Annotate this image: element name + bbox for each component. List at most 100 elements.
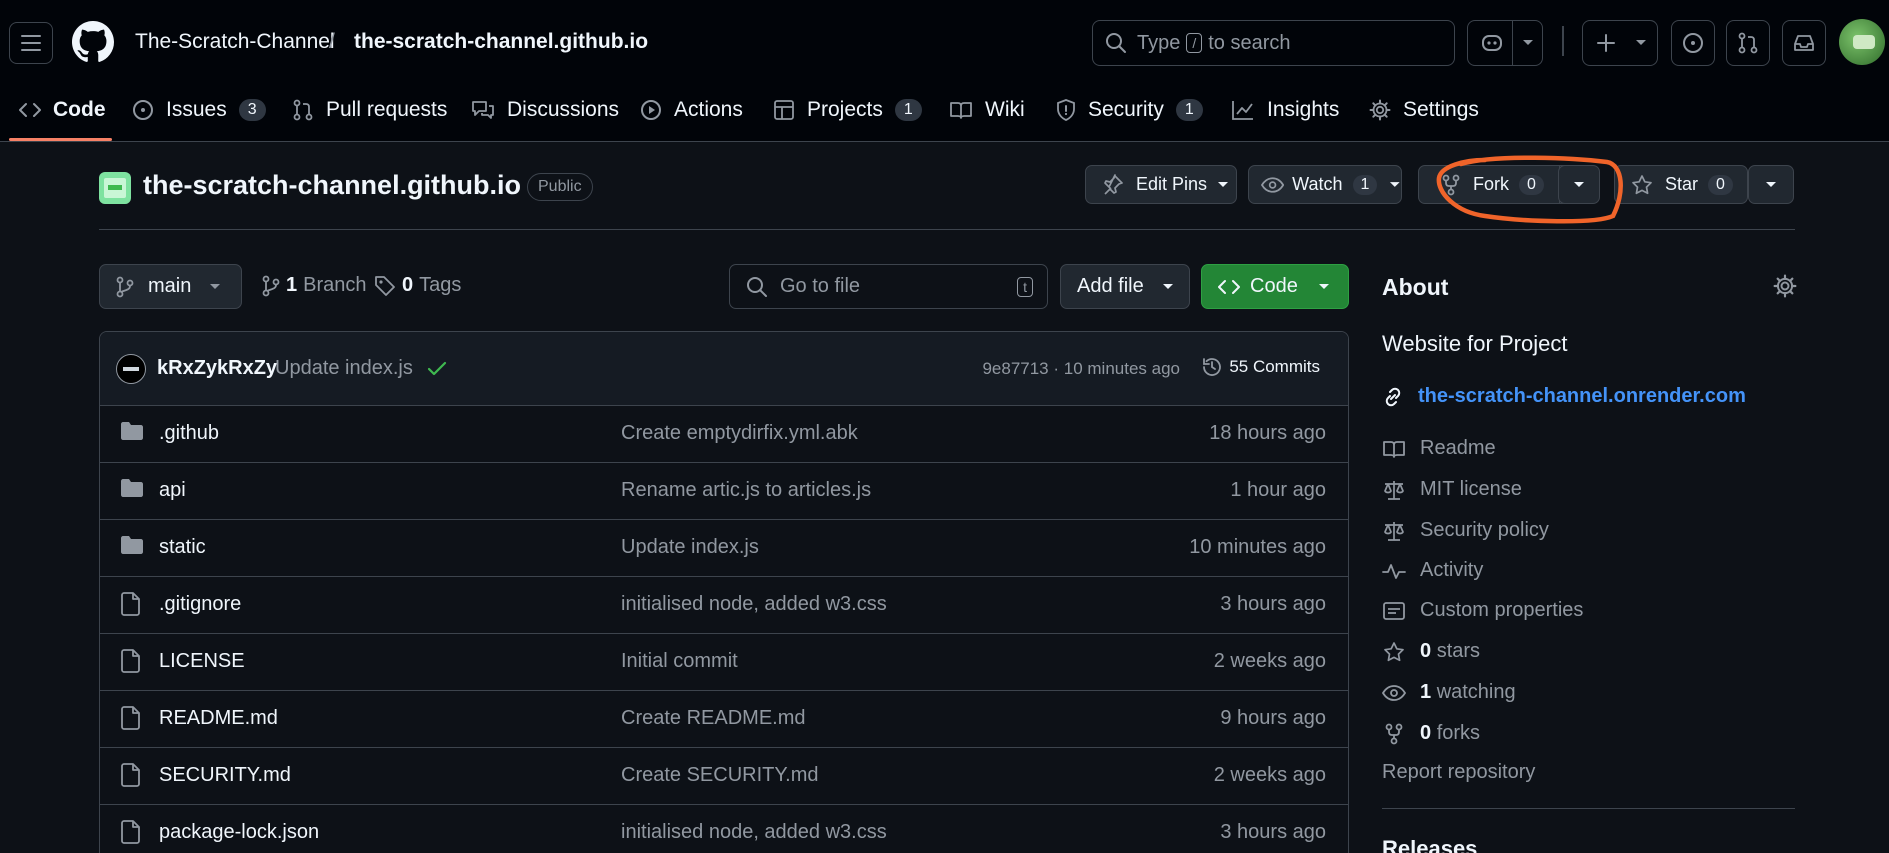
file-commit-message[interactable]: initialised node, added w3.css xyxy=(621,593,887,616)
tab-actions[interactable]: Actions xyxy=(640,94,743,126)
file-row[interactable]: README.md Create README.md 9 hours ago xyxy=(100,691,1348,748)
graph-icon xyxy=(1232,101,1253,120)
tab-discussions[interactable]: Discussions xyxy=(471,94,619,126)
chevron-down-icon xyxy=(1318,283,1329,289)
plus-icon xyxy=(1597,34,1615,52)
security-policy-label: Security policy xyxy=(1420,519,1549,541)
add-file-label: Add file xyxy=(1077,275,1144,297)
activity-link[interactable]: Activity xyxy=(1382,559,1483,582)
file-row[interactable]: api Rename artic.js to articles.js 1 hou… xyxy=(100,463,1348,520)
pull-requests-button[interactable] xyxy=(1726,20,1770,66)
file-name[interactable]: .gitignore xyxy=(159,593,241,616)
forks-label: forks xyxy=(1436,722,1481,744)
tab-settings[interactable]: Settings xyxy=(1369,94,1479,126)
tags-link[interactable]: 0 Tags xyxy=(374,274,461,297)
add-file-button[interactable]: Add file xyxy=(1060,264,1190,309)
repo-avatar-mark-inner xyxy=(108,185,122,190)
file-updated-time: 3 hours ago xyxy=(1220,821,1326,843)
file-commit-message[interactable]: Create README.md xyxy=(621,707,806,730)
forks-link[interactable]: 0 forks xyxy=(1382,722,1480,745)
tab-issues[interactable]: Issues 3 xyxy=(132,94,266,126)
github-icon xyxy=(72,21,114,62)
create-new-button[interactable] xyxy=(1582,20,1658,66)
file-commit-message[interactable]: Create SECURITY.md xyxy=(621,764,818,787)
hamburger-icon xyxy=(21,35,41,51)
homepage-link[interactable]: the-scratch-channel.onrender.com xyxy=(1382,385,1746,408)
visibility-badge: Public xyxy=(527,173,593,201)
chevron-down-icon xyxy=(1218,181,1229,187)
github-logo[interactable] xyxy=(72,21,114,63)
tab-projects[interactable]: Projects 1 xyxy=(773,94,922,126)
file-name[interactable]: SECURITY.md xyxy=(159,764,291,787)
file-row[interactable]: LICENSE Initial commit 2 weeks ago xyxy=(100,634,1348,691)
tab-counter: 1 xyxy=(1175,99,1203,121)
menu-button[interactable] xyxy=(9,22,53,64)
file-name[interactable]: README.md xyxy=(159,707,278,730)
report-repository-link[interactable]: Report repository xyxy=(1382,761,1535,784)
file-commit-message[interactable]: initialised node, added w3.css xyxy=(621,821,887,844)
watchers-link[interactable]: 1 watching xyxy=(1382,681,1516,704)
license-label: MIT license xyxy=(1420,478,1522,500)
file-row[interactable]: package-lock.json initialised node, adde… xyxy=(100,805,1348,853)
commit-meta[interactable]: 9e87713 · 10 minutes ago xyxy=(982,359,1180,379)
star-icon xyxy=(1384,641,1404,661)
gear-icon[interactable] xyxy=(1773,274,1797,298)
file-row[interactable]: .github Create emptydirfix.yml.abk 18 ho… xyxy=(100,406,1348,463)
file-updated-time: 2 weeks ago xyxy=(1213,764,1326,786)
stars-link[interactable]: 0 stars xyxy=(1382,640,1480,663)
file-name[interactable]: static xyxy=(159,536,206,559)
go-to-file-input[interactable]: Go to file t xyxy=(729,264,1048,309)
file-commit-message[interactable]: Update index.js xyxy=(621,536,759,559)
watch-label: Watch xyxy=(1292,174,1343,194)
watching-count: 1 xyxy=(1420,681,1432,703)
file-row[interactable]: static Update index.js 10 minutes ago xyxy=(100,520,1348,577)
copilot-button[interactable] xyxy=(1467,20,1543,66)
edit-pins-button[interactable]: Edit Pins xyxy=(1085,165,1237,204)
file-name[interactable]: LICENSE xyxy=(159,650,245,673)
file-commit-message[interactable]: Create emptydirfix.yml.abk xyxy=(621,422,858,445)
branch-count: 1 xyxy=(286,274,298,296)
breadcrumb-repo[interactable]: the-scratch-channel.github.io xyxy=(354,30,648,54)
forks-count: 0 xyxy=(1420,722,1432,744)
file-row[interactable]: SECURITY.md Create SECURITY.md 2 weeks a… xyxy=(100,748,1348,805)
tab-wiki[interactable]: Wiki xyxy=(949,94,1025,126)
commits-link[interactable]: 55 Commits xyxy=(1201,356,1320,378)
watch-button[interactable]: Watch 1 xyxy=(1248,165,1402,204)
branches-link[interactable]: 1 Branch xyxy=(262,274,367,297)
repo-avatar xyxy=(99,172,131,204)
releases-heading[interactable]: Releases xyxy=(1382,836,1477,853)
global-search[interactable]: Type / to search xyxy=(1092,20,1455,66)
tab-label: Security xyxy=(1088,98,1164,121)
file-commit-message[interactable]: Rename artic.js to articles.js xyxy=(621,479,871,502)
commit-author-avatar[interactable] xyxy=(116,354,146,384)
inbox-button[interactable] xyxy=(1782,20,1826,66)
avatar[interactable] xyxy=(1839,19,1885,65)
tab-pull-requests[interactable]: Pull requests xyxy=(292,94,447,126)
commits-count: 55 Commits xyxy=(1229,357,1320,376)
tab-code[interactable]: Code xyxy=(19,94,106,126)
file-row[interactable]: .gitignore initialised node, added w3.cs… xyxy=(100,577,1348,634)
eye-icon xyxy=(1382,684,1406,701)
readme-link[interactable]: Readme xyxy=(1382,437,1496,460)
tab-insights[interactable]: Insights xyxy=(1231,94,1339,126)
license-link[interactable]: MIT license xyxy=(1382,478,1522,501)
tab-security[interactable]: Security 1 xyxy=(1056,94,1203,126)
code-button[interactable]: Code xyxy=(1201,264,1349,309)
star-label: Star xyxy=(1665,174,1699,194)
commit-author[interactable]: kRxZykRxZy xyxy=(157,357,277,380)
file-commit-message[interactable]: Initial commit xyxy=(621,650,738,673)
star-dropdown-button[interactable] xyxy=(1748,165,1794,204)
branch-select[interactable]: main xyxy=(99,264,242,309)
watch-count: 1 xyxy=(1352,174,1378,195)
security-policy-link[interactable]: Security policy xyxy=(1382,519,1549,542)
file-name[interactable]: package-lock.json xyxy=(159,821,319,844)
file-name[interactable]: api xyxy=(159,479,186,502)
issues-button[interactable] xyxy=(1671,20,1715,66)
file-name[interactable]: .github xyxy=(159,422,219,445)
file-icon xyxy=(121,763,140,787)
commit-message[interactable]: Update index.js xyxy=(275,357,413,380)
latest-commit-bar: kRxZykRxZy Update index.js 9e87713 · 10 … xyxy=(100,332,1348,406)
repo-title[interactable]: the-scratch-channel.github.io xyxy=(143,170,521,201)
custom-properties-link[interactable]: Custom properties xyxy=(1382,599,1583,622)
breadcrumb-owner[interactable]: The-Scratch-Channel xyxy=(135,30,335,54)
